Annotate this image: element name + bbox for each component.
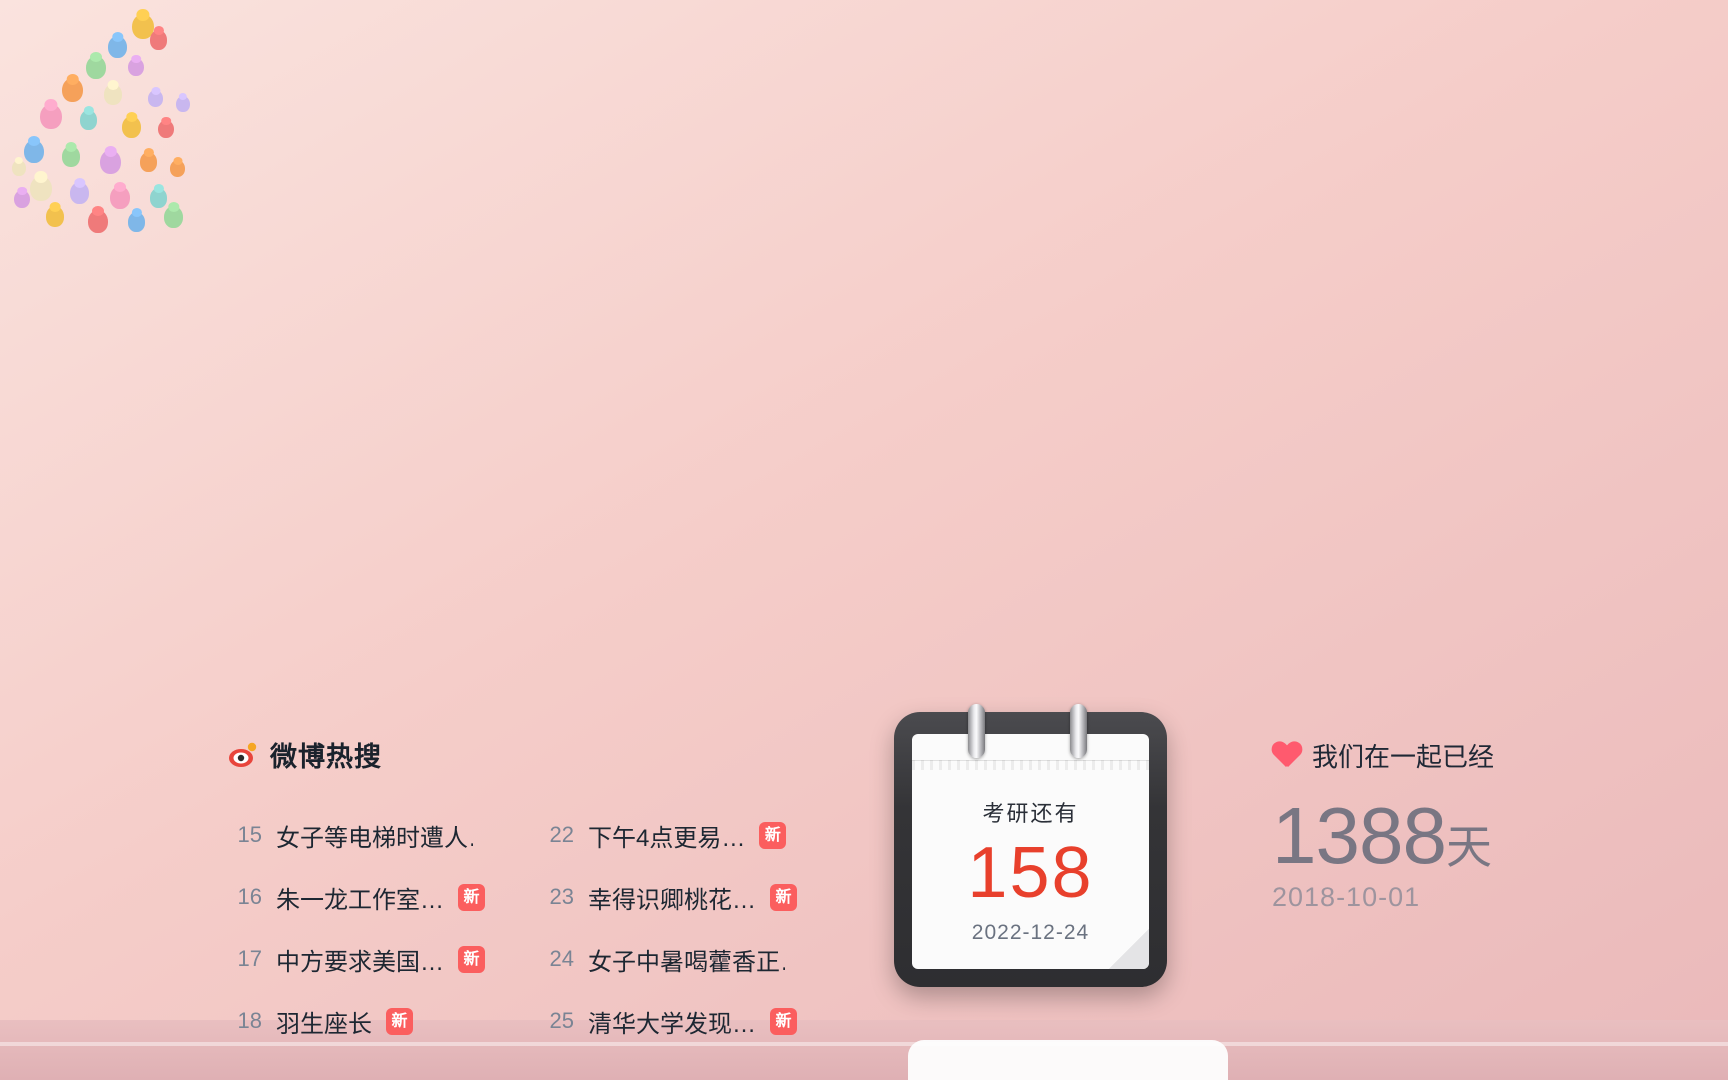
weibo-topic[interactable]: 朱一龙工作室… <box>276 880 444 915</box>
photo-toy <box>176 96 190 113</box>
weibo-right-column: 22 下午4点更易… 新 23 幸得识卿桃花… 新 24 女子中暑喝藿香正… 新 25 清华大学发现… <box>540 804 826 1052</box>
weibo-left-column: 15女子等电梯时遭人…新16朱一龙工作室…新17中方要求美国…新18羽生座长新 <box>228 804 514 1052</box>
weibo-new-badge: 新 <box>770 1007 797 1035</box>
weibo-topic[interactable]: 女子中暑喝藿香正… <box>588 942 785 977</box>
photo-toy <box>148 90 163 108</box>
weibo-new-badge: 新 <box>759 821 787 849</box>
weibo-row[interactable]: 17 中方要求美国… 新 <box>228 928 514 990</box>
weibo-topic[interactable]: 女子等电梯时遭人… <box>276 818 473 853</box>
weibo-topic[interactable]: 下午4点更易… <box>588 818 745 853</box>
weibo-title: 微博热搜 <box>270 742 382 772</box>
photo-toy <box>128 58 144 77</box>
weibo-rank: 18 <box>237 1008 262 1033</box>
heart-icon <box>1272 742 1302 770</box>
photo-toy <box>122 116 141 138</box>
photo-toy <box>158 120 174 139</box>
weibo-new-badge: 新 <box>458 945 485 973</box>
photo-toy <box>14 190 30 209</box>
weibo-rank: 25 <box>549 1008 574 1033</box>
weibo-logo-icon <box>228 742 258 768</box>
photo-toy <box>12 160 26 177</box>
countdown-ring <box>1070 704 1087 758</box>
weibo-rank: 23 <box>549 884 574 909</box>
weibo-columns: 15女子等电梯时遭人…新16朱一龙工作室…新17中方要求美国…新18羽生座长新 … <box>228 804 828 1052</box>
photo-widget[interactable] <box>0 0 1728 1080</box>
weibo-rank: 22 <box>549 822 574 847</box>
weibo-row[interactable]: 15女子等电梯时遭人…新 <box>228 804 514 866</box>
photo-toy <box>88 210 108 233</box>
weibo-hotsearch[interactable]: 微博热搜 15 女子等电梯时遭人… 新 16 朱一龙工作室… 新 17 中方要求美国… 新 18 羽… <box>228 735 828 1052</box>
weibo-row[interactable]: 25 清华大学发现… 新 <box>540 990 826 1052</box>
photo-toy <box>104 84 122 105</box>
photo-toy <box>128 212 145 232</box>
anniversary-header: 我们在一起已经 <box>1272 737 1692 774</box>
photo-toy <box>150 30 167 50</box>
countdown-days: 158 <box>967 833 1094 913</box>
weibo-row[interactable]: 22 下午4点更易… 新 <box>540 804 826 866</box>
countdown-title: 考研还有 <box>982 801 1079 826</box>
anniversary-count: 1388天 <box>1272 796 1692 876</box>
photo-toy <box>86 56 106 79</box>
photo-toy <box>150 188 167 208</box>
weibo-row[interactable]: 18 羽生座长新 <box>228 990 514 1052</box>
photo-toy <box>62 78 83 103</box>
bottom-partial-card[interactable] <box>908 1040 1228 1080</box>
photo-toy <box>80 110 97 130</box>
weibo-topic[interactable]: 清华大学发现… <box>588 1004 756 1039</box>
photo-toy <box>164 206 183 228</box>
photo-toy <box>170 160 185 178</box>
weibo-rank: 17 <box>237 946 262 971</box>
anniversary-label: 我们在一起已经 <box>1312 742 1495 772</box>
countdown-widget[interactable]: 考研还有 158 2022-12-24 <box>894 704 1167 987</box>
photo-toy <box>108 36 127 58</box>
photo-toy <box>62 146 80 167</box>
countdown-paper: 考研还有 158 2022-12-24 <box>912 734 1149 969</box>
countdown-tear-edge <box>912 760 1149 770</box>
weibo-rank: 15 <box>237 822 262 847</box>
countdown-page-fold <box>1109 929 1149 969</box>
photo-toy <box>24 140 44 163</box>
weibo-header: 微博热搜 <box>228 735 828 774</box>
anniversary-date: 2018-10-01 <box>1272 882 1421 912</box>
photo-toy <box>140 152 157 172</box>
weibo-row[interactable]: 24女子中暑喝藿香正…新 <box>540 928 826 990</box>
photo-toy <box>100 150 121 175</box>
weibo-rank: 24 <box>549 946 574 971</box>
photo-toy <box>40 104 62 130</box>
anniversary-count-unit: 天 <box>1445 821 1492 873</box>
photo-toy <box>46 206 64 227</box>
weibo-topic[interactable]: 幸得识卿桃花… <box>588 880 756 915</box>
photo-toy <box>70 182 89 204</box>
photo-toy <box>30 176 52 202</box>
weibo-new-badge: 新 <box>770 883 797 911</box>
weibo-row[interactable]: 23 幸得识卿桃花… 新 <box>540 866 826 928</box>
weibo-row[interactable]: 16 朱一龙工作室… 新 <box>228 866 514 928</box>
photo-toy <box>110 186 130 209</box>
countdown-ring <box>968 704 985 758</box>
anniversary-widget[interactable]: 我们在一起已经 1388天 2018-10-01 <box>1272 737 1692 913</box>
weibo-topic[interactable]: 中方要求美国… <box>276 942 444 977</box>
weibo-topic[interactable]: 羽生座长 <box>276 1004 372 1039</box>
weibo-new-badge: 新 <box>386 1007 413 1035</box>
anniversary-count-number: 1388 <box>1272 791 1447 880</box>
weibo-new-badge: 新 <box>458 883 485 911</box>
weibo-rank: 16 <box>237 884 262 909</box>
